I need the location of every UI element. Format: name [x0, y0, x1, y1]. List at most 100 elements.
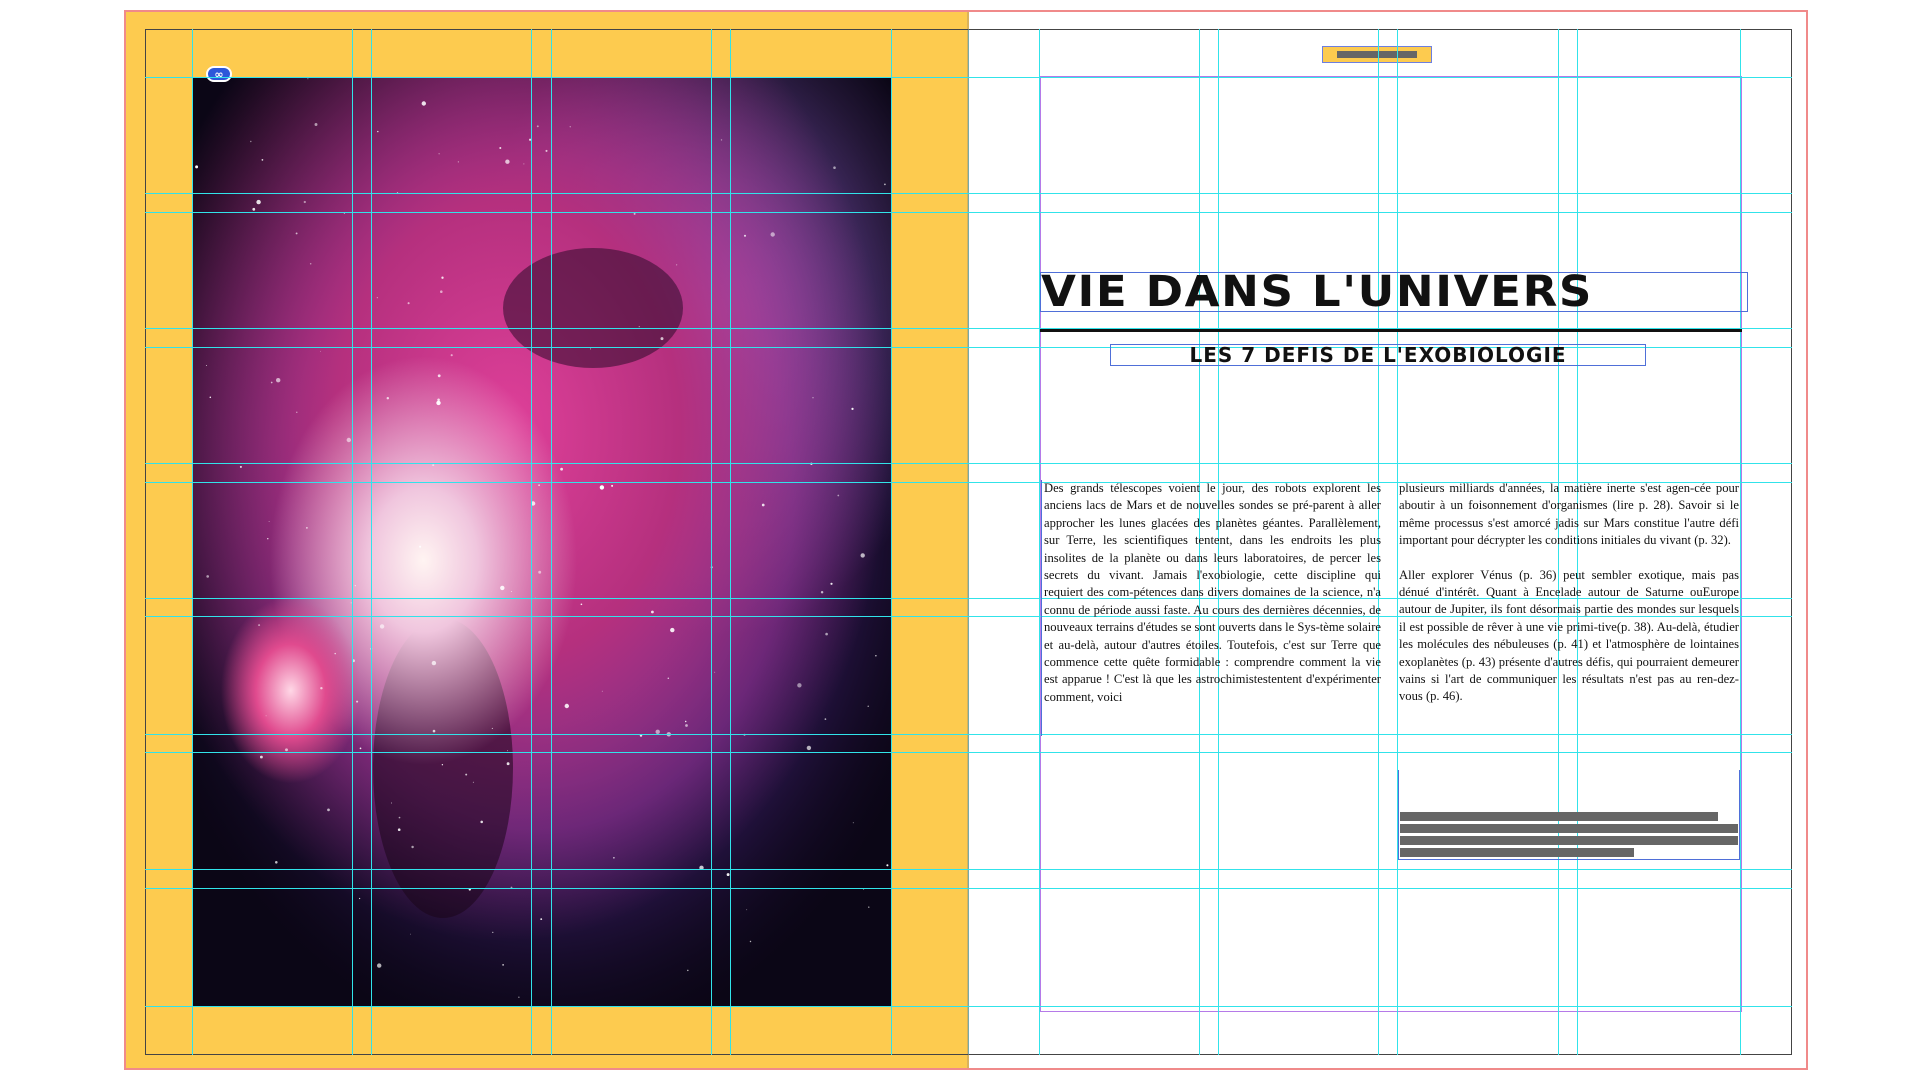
star: [580, 603, 583, 606]
star: [421, 101, 426, 106]
star: [398, 816, 401, 819]
title-underline-rule: [1040, 329, 1742, 332]
star: [491, 727, 493, 729]
star: [687, 969, 689, 972]
star: [432, 729, 436, 733]
star: [296, 411, 298, 413]
subtitle-text-frame[interactable]: LES 7 DEFIS DE L'EXOBIOLOGIE: [1110, 344, 1646, 366]
star: [806, 745, 812, 751]
star: [726, 873, 730, 877]
star: [589, 348, 592, 350]
star: [268, 521, 270, 523]
star: [205, 365, 207, 366]
star: [534, 597, 536, 600]
star: [510, 886, 513, 889]
star: [472, 781, 474, 783]
star: [377, 130, 379, 133]
star: [256, 199, 261, 205]
star: [499, 146, 502, 150]
body-paragraph: plusieurs milliards d'années, la matière…: [1399, 481, 1739, 548]
star: [370, 647, 373, 650]
star: [295, 232, 298, 235]
star: [354, 585, 356, 587]
star: [564, 703, 569, 709]
star: [440, 290, 443, 293]
star: [837, 494, 840, 497]
body-text-column-2[interactable]: plusieurs milliards d'années, la matière…: [1399, 480, 1739, 740]
star: [376, 297, 378, 299]
body-text-column-1[interactable]: Des grands télescopes voient le jour, de…: [1041, 480, 1381, 736]
star: [875, 655, 877, 657]
star: [397, 828, 401, 832]
star: [761, 503, 765, 507]
body-paragraph: Des grands télescopes voient le jour, de…: [1044, 481, 1381, 704]
star: [884, 183, 886, 186]
star: [356, 700, 359, 703]
star: [480, 820, 483, 824]
star: [852, 822, 854, 824]
star: [209, 396, 212, 399]
star: [359, 747, 362, 750]
star: [601, 690, 603, 692]
star: [396, 192, 399, 194]
star: [507, 750, 508, 752]
star: [350, 602, 352, 604]
star: [411, 845, 414, 849]
star: [599, 485, 605, 490]
star: [306, 527, 308, 529]
star: [676, 264, 678, 266]
star: [320, 686, 323, 690]
star: [746, 909, 748, 911]
star: [518, 996, 520, 998]
star: [560, 467, 563, 471]
star: [685, 724, 688, 727]
star: [506, 762, 510, 766]
star: [334, 652, 336, 655]
star: [613, 856, 615, 859]
star: [419, 545, 422, 548]
star: [714, 671, 716, 673]
star: [346, 437, 351, 443]
star: [450, 354, 453, 357]
star: [825, 632, 828, 636]
star: [358, 897, 361, 900]
page-number-frame[interactable]: [1322, 46, 1432, 63]
star: [307, 78, 309, 80]
nebula-image: [193, 78, 891, 1006]
star: [810, 462, 813, 465]
star: [441, 764, 444, 766]
star: [830, 582, 833, 585]
star: [250, 140, 252, 143]
star: [851, 407, 854, 411]
star: [457, 161, 460, 163]
star: [386, 396, 390, 400]
star: [720, 139, 723, 141]
star: [667, 677, 670, 680]
star: [660, 337, 664, 341]
star: [309, 262, 312, 265]
page-number-placeholder: [1337, 51, 1417, 58]
star: [569, 126, 571, 128]
star: [391, 802, 392, 804]
star: [529, 138, 532, 141]
star: [833, 166, 836, 169]
title-text-frame[interactable]: VIE DANS L'UNIVERS: [1040, 270, 1748, 313]
star: [379, 624, 385, 629]
star: [824, 718, 827, 720]
link-icon[interactable]: ∞: [206, 66, 232, 82]
star: [868, 906, 870, 908]
star: [410, 933, 411, 935]
star: [633, 212, 636, 215]
star: [239, 465, 242, 468]
star: [886, 864, 889, 867]
star: [431, 660, 437, 666]
star: [639, 734, 643, 737]
star: [432, 464, 435, 467]
star: [267, 538, 269, 540]
star: [343, 212, 345, 214]
star: [505, 159, 510, 164]
star: [259, 755, 263, 759]
star: [655, 729, 660, 734]
nebula-image-frame[interactable]: [193, 78, 891, 1006]
star: [699, 865, 704, 870]
